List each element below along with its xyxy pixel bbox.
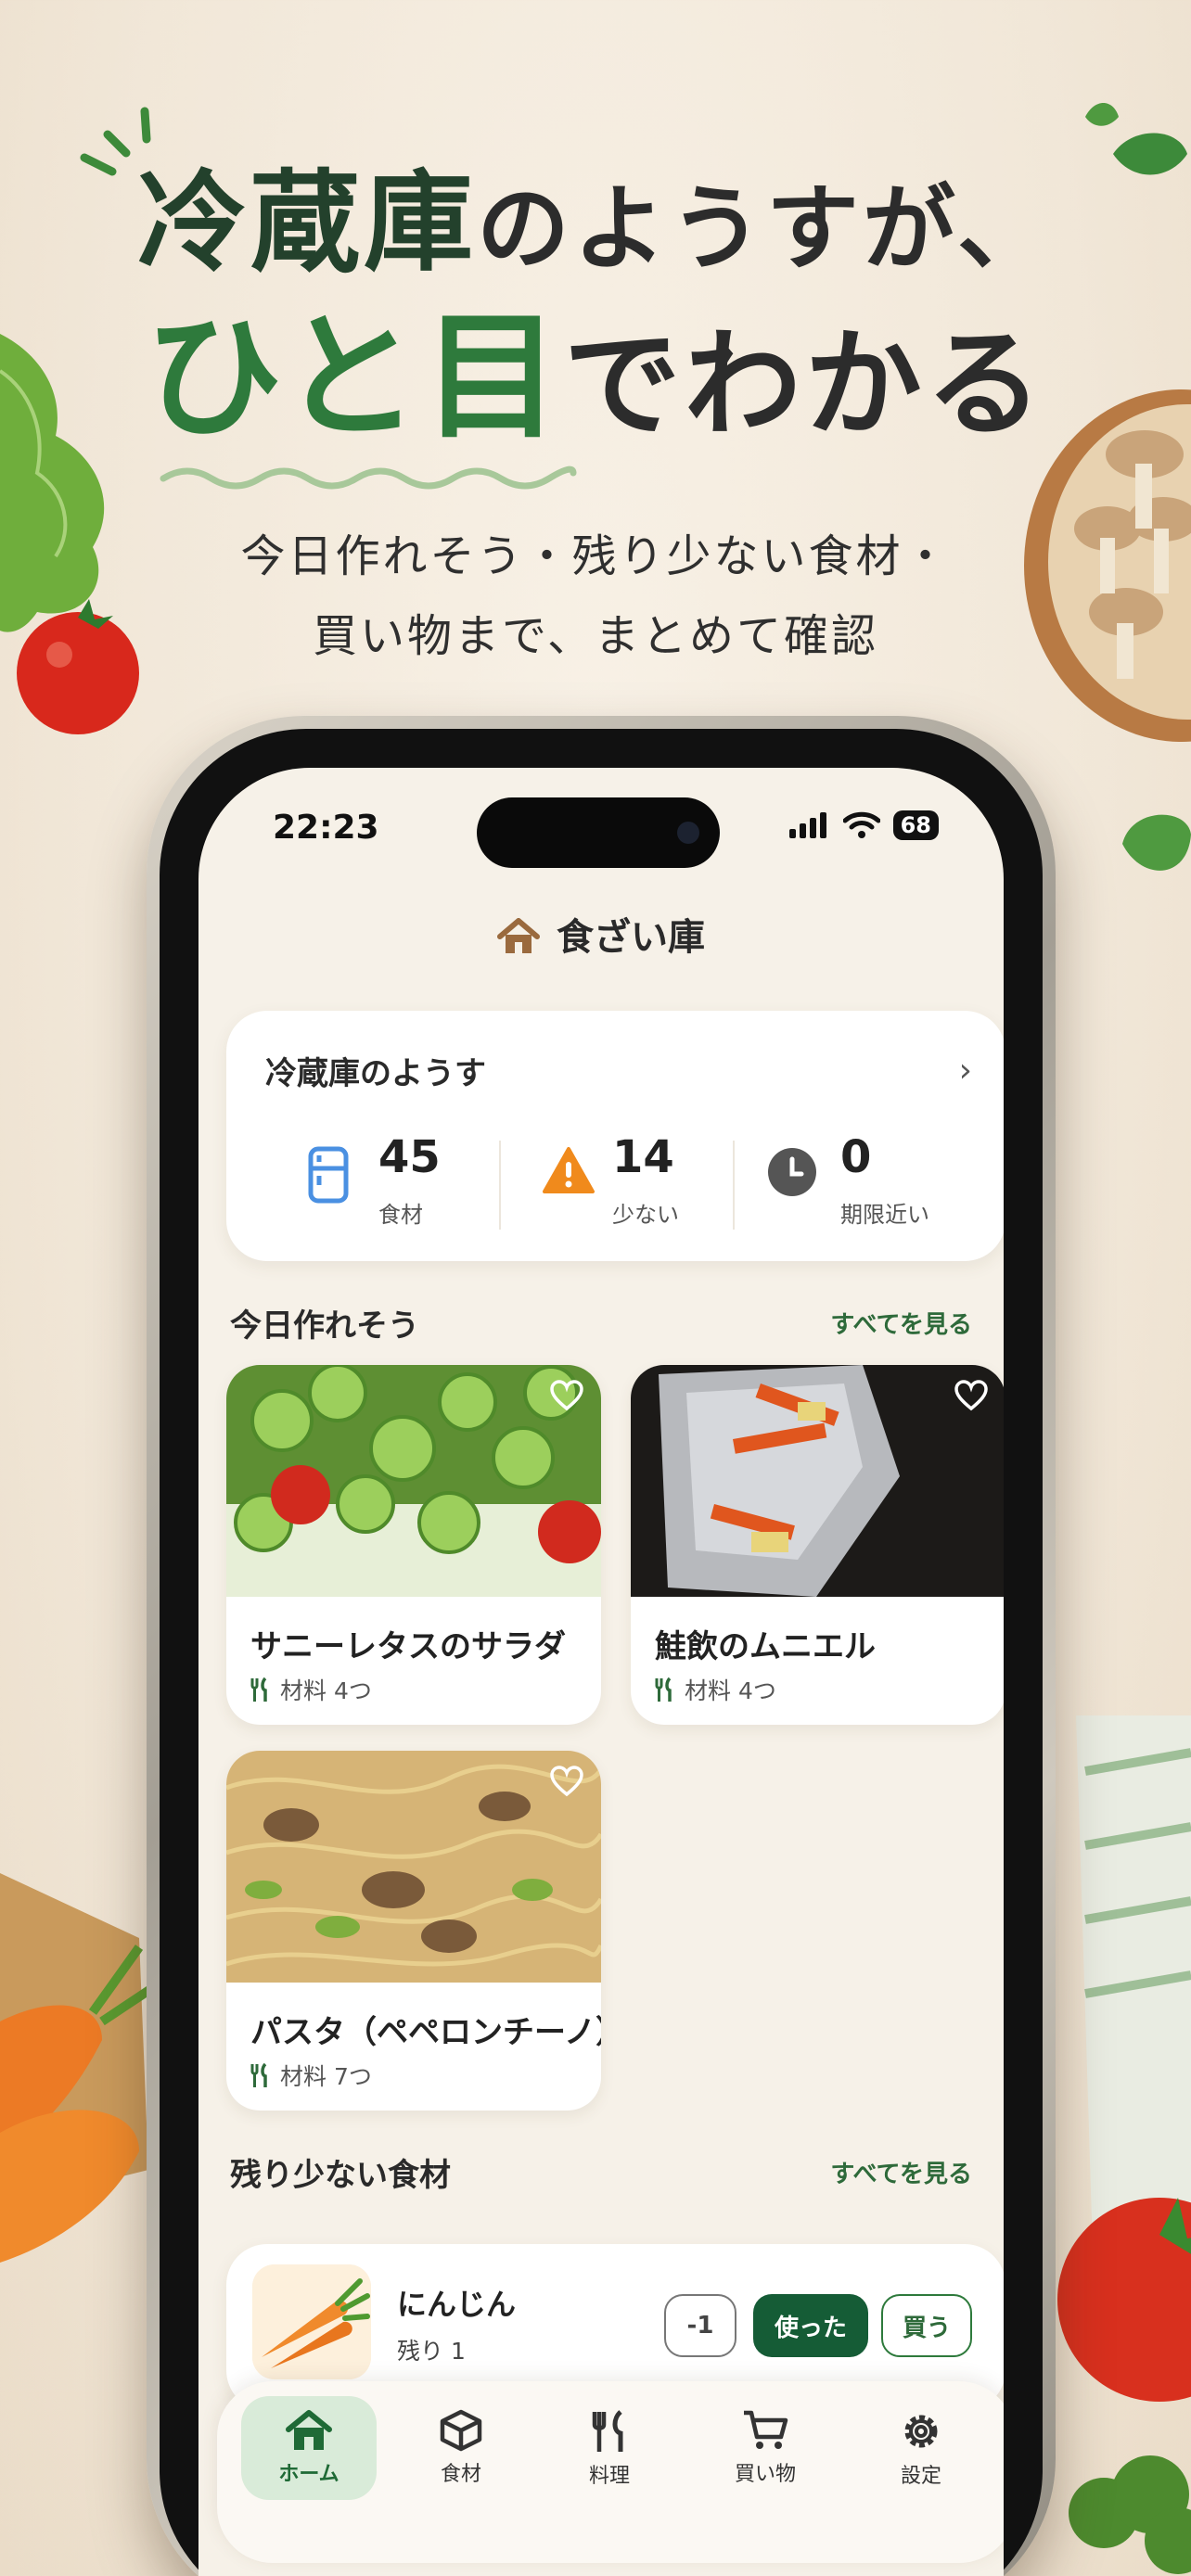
stat-ingredients-label: 食材 bbox=[378, 1202, 423, 1228]
recipe-ingredient-count: 材料 4つ bbox=[280, 1677, 372, 1704]
phone-bezel: 22:23 68 食ざい庫 冷蔵庫のようす › 45 食材 14 少ない 0 期… bbox=[160, 729, 1043, 2576]
recipe-card[interactable]: 鮭飲のムニエル 材料 4つ bbox=[631, 1365, 1004, 1725]
carrots-board-decoration bbox=[0, 1873, 158, 2263]
fridge-summary-card[interactable]: 冷蔵庫のようす › 45 食材 14 少ない 0 期限近い bbox=[226, 1011, 1004, 1261]
today-section-title: 今日作れそう bbox=[230, 1307, 419, 1345]
utensils-icon bbox=[592, 2410, 623, 2452]
headline-understand: でわかる bbox=[563, 316, 1046, 453]
stat-ingredients-value: 45 bbox=[378, 1131, 441, 1183]
salmon-foil-photo bbox=[631, 1365, 1004, 1597]
bottom-tab-bar: ホーム 食材 料理 買い物 設定 bbox=[217, 2381, 1004, 2563]
salad-photo bbox=[226, 1365, 601, 1597]
stat-low-value: 14 bbox=[612, 1131, 674, 1183]
dynamic-island bbox=[477, 797, 720, 868]
low-stock-see-all-link[interactable]: すべてを見る bbox=[830, 2155, 972, 2189]
heart-icon[interactable] bbox=[549, 1380, 584, 1411]
gear-icon bbox=[904, 2415, 938, 2448]
warning-icon bbox=[543, 1147, 595, 1193]
fridge-card-title: 冷蔵庫のようす bbox=[265, 1055, 486, 1092]
fridge-icon bbox=[308, 1146, 349, 1204]
utensils-icon bbox=[655, 1677, 672, 1702]
battery-indicator: 68 bbox=[892, 810, 939, 840]
low-stock-section-title: 残り少ない食材 bbox=[230, 2157, 451, 2194]
stat-expiring-value: 0 bbox=[840, 1131, 872, 1183]
headline-fridge: 冷蔵庫 bbox=[136, 159, 477, 287]
promo-subline-2: 買い物まで、まとめて確認 bbox=[312, 610, 879, 662]
wave-underline bbox=[160, 465, 577, 490]
tab-settings-label: 設定 bbox=[900, 2465, 941, 2488]
house-icon bbox=[497, 918, 540, 953]
carrot-thumbnail bbox=[252, 2264, 371, 2379]
pasta-photo bbox=[226, 1751, 601, 1983]
app-screen: 22:23 68 食ざい庫 冷蔵庫のようす › 45 食材 14 少ない 0 期… bbox=[198, 768, 1004, 2576]
signal-icon bbox=[788, 812, 826, 838]
low-stock-item-name: にんじん bbox=[397, 2287, 517, 2322]
low-stock-item-remaining: 残り 1 bbox=[397, 2338, 466, 2365]
box-icon bbox=[440, 2409, 482, 2452]
camera-icon bbox=[677, 822, 699, 844]
tab-ingredients[interactable]: 食材 bbox=[393, 2396, 529, 2500]
leaf-decoration-2 bbox=[1122, 814, 1191, 871]
clock-icon bbox=[768, 1148, 816, 1196]
phone-frame: 22:23 68 食ざい庫 冷蔵庫のようす › 45 食材 14 少ない 0 期… bbox=[147, 716, 1056, 2576]
tab-home-label: ホーム bbox=[278, 2463, 339, 2486]
used-button[interactable]: 使った bbox=[753, 2294, 868, 2357]
stat-divider bbox=[499, 1141, 501, 1230]
heart-icon[interactable] bbox=[954, 1380, 989, 1411]
tab-recipes-label: 料理 bbox=[588, 2465, 630, 2488]
promo-subline-1: 今日作れそう・残り少ない食材・ bbox=[240, 530, 951, 582]
stat-low-label: 少ない bbox=[612, 1202, 679, 1228]
recipe-meta: 材料 4つ bbox=[655, 1673, 776, 1706]
chevron-right-icon[interactable]: › bbox=[959, 1052, 972, 1090]
status-time: 22:23 bbox=[273, 809, 379, 847]
tab-shopping-label: 買い物 bbox=[734, 2463, 796, 2486]
recipe-ingredient-count: 材料 4つ bbox=[685, 1677, 776, 1704]
decrement-button[interactable]: -1 bbox=[664, 2294, 736, 2357]
home-icon bbox=[286, 2410, 332, 2450]
recipe-ingredient-count: 材料 7つ bbox=[280, 2063, 372, 2090]
tab-ingredients-label: 食材 bbox=[440, 2463, 481, 2486]
utensils-icon bbox=[250, 2062, 267, 2087]
today-see-all-link[interactable]: すべてを見る bbox=[830, 1306, 972, 1340]
buy-button[interactable]: 買う bbox=[881, 2294, 972, 2357]
wifi-icon bbox=[842, 811, 880, 838]
recipe-name: サニーレタスのサラダ bbox=[250, 1628, 566, 1665]
recipe-meta: 材料 4つ bbox=[250, 1673, 372, 1706]
tab-home[interactable]: ホーム bbox=[241, 2396, 377, 2500]
tab-recipes[interactable]: 料理 bbox=[542, 2396, 677, 2500]
recipe-meta: 材料 7つ bbox=[250, 2059, 372, 2092]
stat-expiring-label: 期限近い bbox=[840, 1202, 929, 1228]
app-title-text: 食ざい庫 bbox=[557, 916, 705, 959]
status-icons: 68 bbox=[788, 810, 939, 840]
recipe-card[interactable]: パスタ（ペペロンチーノ） 材料 7つ bbox=[226, 1751, 601, 2111]
promo-headline: 冷蔵庫のようすが、 ひと目でわかる bbox=[0, 158, 1191, 468]
recipe-name: パスタ（ペペロンチーノ） bbox=[250, 2014, 601, 2051]
headline-state: のようすが、 bbox=[477, 174, 1054, 283]
tab-settings[interactable]: 設定 bbox=[853, 2396, 989, 2500]
utensils-icon bbox=[250, 1677, 267, 1702]
stat-divider bbox=[733, 1141, 735, 1230]
tab-shopping[interactable]: 買い物 bbox=[698, 2396, 833, 2500]
tomato-cloth-decoration bbox=[1057, 1715, 1191, 2574]
cart-icon bbox=[744, 2410, 788, 2449]
recipe-name: 鮭飲のムニエル bbox=[655, 1628, 876, 1665]
headline-glance: ひと目 bbox=[145, 298, 564, 457]
heart-icon[interactable] bbox=[549, 1766, 584, 1797]
app-title: 食ざい庫 bbox=[198, 907, 1004, 961]
recipe-card[interactable]: サニーレタスのサラダ 材料 4つ bbox=[226, 1365, 601, 1725]
